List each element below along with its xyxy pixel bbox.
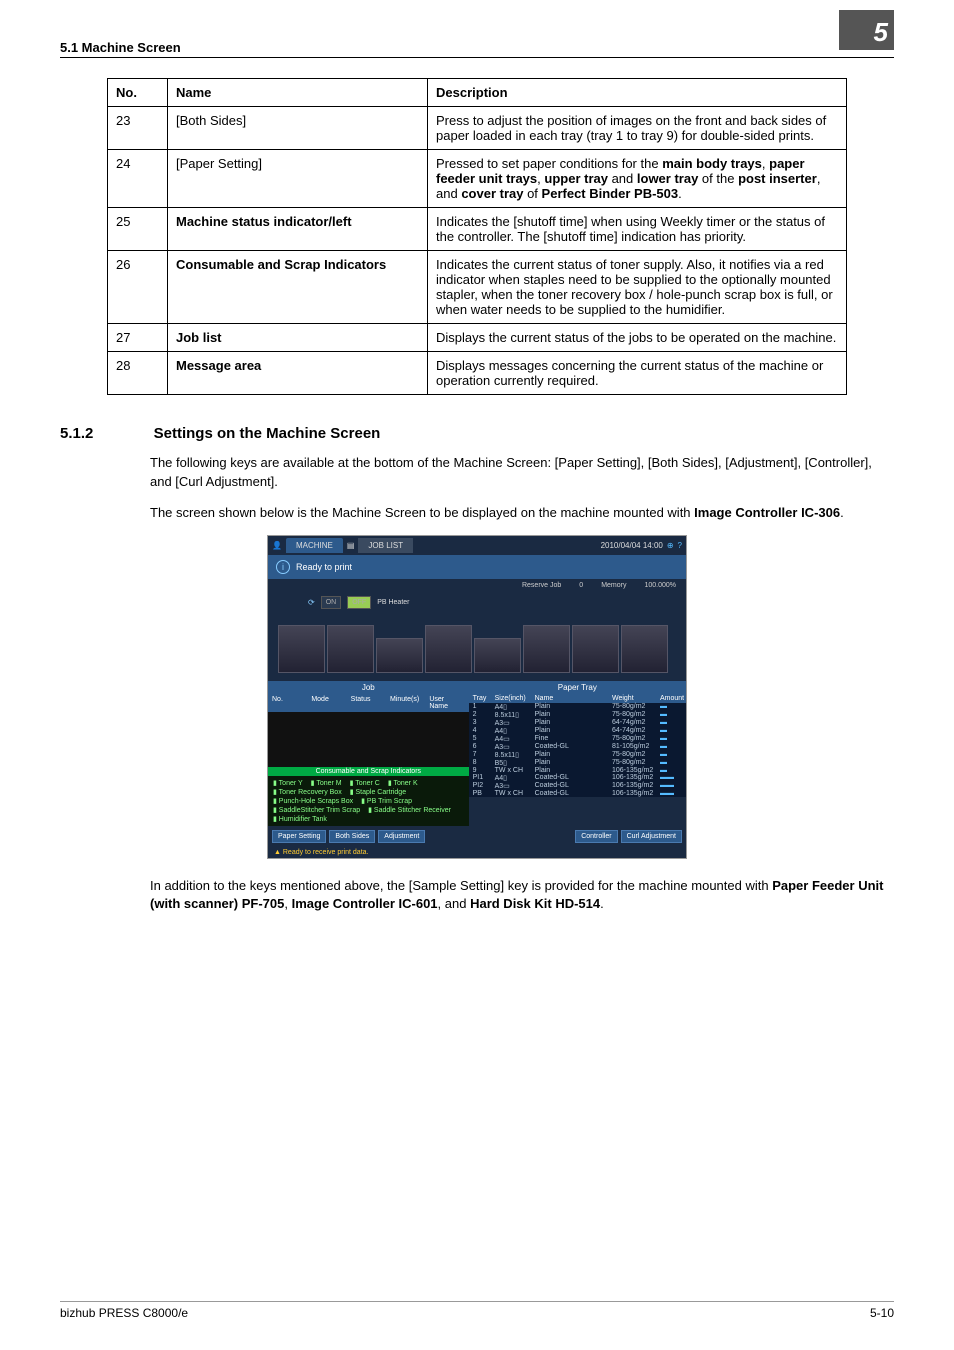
tray-row: PI2A3▭Coated-GL106-135g/m2▬▬ <box>469 782 686 790</box>
reserve-job-label: Reserve Job <box>522 582 561 589</box>
section-heading: 5.1.2 Settings on the Machine Screen <box>60 425 894 442</box>
consumable-item: ▮ Punch-Hole Scraps Box <box>273 797 353 805</box>
consumable-item: ▮ Toner M <box>311 779 342 787</box>
info-icon: i <box>276 560 290 574</box>
expand-icon[interactable]: ⊕ <box>667 541 674 550</box>
footer-product: bizhub PRESS C8000/e <box>60 1306 188 1320</box>
col-desc: Description <box>428 79 847 107</box>
both-sides-button[interactable]: Both Sides <box>329 830 375 843</box>
adjustment-button[interactable]: Adjustment <box>378 830 425 843</box>
section-number: 5.1.2 <box>60 425 150 442</box>
tab-machine[interactable]: MACHINE <box>286 538 343 553</box>
memory-label: Memory <box>601 582 626 589</box>
tray-row: 6A3▭Coated-GL81-105g/m2▬ <box>469 743 686 751</box>
col-no: No. <box>108 79 168 107</box>
machine-diagram <box>278 613 668 673</box>
consumable-item: ▮ Toner K <box>388 779 418 787</box>
page-footer: bizhub PRESS C8000/e 5-10 <box>60 1301 894 1320</box>
consumable-item: ▮ Staple Cartridge <box>350 788 406 796</box>
machine-screen-screenshot: 👤 MACHINE ▤ JOB LIST 2010/04/04 14:00 ⊕ … <box>267 535 687 859</box>
consumable-indicators: ▮ Toner Y ▮ Toner M ▮ Toner C ▮ Toner K ▮ To… <box>268 776 469 826</box>
list-icon: ▤ <box>347 541 355 550</box>
person-icon: 👤 <box>272 541 282 550</box>
paper-tray-header: Paper Tray <box>469 681 686 694</box>
message-area: i Ready to print <box>268 555 686 579</box>
table-row: 25Machine status indicator/leftIndicates… <box>108 208 847 251</box>
tray-row: 4A4▯Plain64-74g/m2▬ <box>469 727 686 735</box>
tray-row: 9TW x CHPlain106-135g/m2▬ <box>469 767 686 774</box>
paper-setting-button[interactable]: Paper Setting <box>272 830 326 843</box>
paragraph-3: In addition to the keys mentioned above,… <box>150 877 894 915</box>
consumable-item: ▮ PB Trim Scrap <box>361 797 412 805</box>
refresh-icon[interactable]: ⟳ <box>308 598 315 607</box>
consumable-item: ▮ Toner C <box>350 779 380 787</box>
memory-percent: 100.000% <box>644 582 676 589</box>
heater-off-button[interactable]: OFF <box>347 596 371 609</box>
consumable-item: ▮ Toner Y <box>273 779 303 787</box>
job-panel-header: Job <box>268 681 469 694</box>
tab-job-list[interactable]: JOB LIST <box>358 538 413 553</box>
col-name: Name <box>168 79 428 107</box>
tray-row: PI1A4▯Coated-GL106-135g/m2▬▬ <box>469 774 686 782</box>
consumable-item: ▮ Humidifier Tank <box>273 815 327 823</box>
status-bar: Ready to receive print data. <box>268 847 686 858</box>
table-row: 23[Both Sides]Press to adjust the positi… <box>108 107 847 150</box>
paragraph-2: The screen shown below is the Machine Sc… <box>150 504 894 523</box>
tray-columns: TraySize(inch)NameWeightAmount <box>469 694 686 703</box>
consumable-header: Consumable and Scrap Indicators <box>268 767 469 776</box>
screen-items-table: No. Name Description 23[Both Sides]Press… <box>107 78 847 395</box>
heater-label: PB Heater <box>377 599 409 606</box>
consumable-item: ▮ Saddle Stitcher Receiver <box>368 806 451 814</box>
help-icon[interactable]: ? <box>678 541 682 550</box>
table-row: 28Message areaDisplays messages concerni… <box>108 352 847 395</box>
tray-row: 1A4▯Plain75-80g/m2▬ <box>469 703 686 711</box>
consumable-item: ▮ SaddleStitcher Trim Scrap <box>273 806 360 814</box>
reserve-job-count: 0 <box>579 582 583 589</box>
page-header: 5.1 Machine Screen 5 <box>60 40 894 58</box>
table-row: 24[Paper Setting]Pressed to set paper co… <box>108 150 847 208</box>
footer-page-number: 5-10 <box>870 1306 894 1320</box>
job-list-empty <box>268 712 469 767</box>
timestamp: 2010/04/04 14:00 <box>601 541 663 550</box>
controller-button[interactable]: Controller <box>575 830 617 843</box>
job-columns: No.ModeStatusMinute(s)User Name <box>268 694 469 712</box>
curl-adjustment-button[interactable]: Curl Adjustment <box>621 830 682 843</box>
heater-on-button[interactable]: ON <box>321 596 342 609</box>
table-row: 27Job listDisplays the current status of… <box>108 324 847 352</box>
chapter-number-badge: 5 <box>839 10 894 50</box>
tray-row: 5A4▭Fine75-80g/m2▬ <box>469 735 686 743</box>
tray-row: 8B5▯Plain75-80g/m2▬ <box>469 759 686 767</box>
table-row: 26Consumable and Scrap IndicatorsIndicat… <box>108 251 847 324</box>
consumable-item: ▮ Toner Recovery Box <box>273 788 342 796</box>
tray-row: 78.5x11▯Plain75-80g/m2▬ <box>469 751 686 759</box>
section-title: Settings on the Machine Screen <box>154 425 381 442</box>
header-section-label: 5.1 Machine Screen <box>60 40 839 55</box>
paragraph-1: The following keys are available at the … <box>150 454 894 492</box>
tray-row: 3A3▭Plain64-74g/m2▬ <box>469 719 686 727</box>
tray-row: 28.5x11▯Plain75-80g/m2▬ <box>469 711 686 719</box>
tray-row: PBTW x CHCoated-GL106-135g/m2▬▬ <box>469 790 686 797</box>
